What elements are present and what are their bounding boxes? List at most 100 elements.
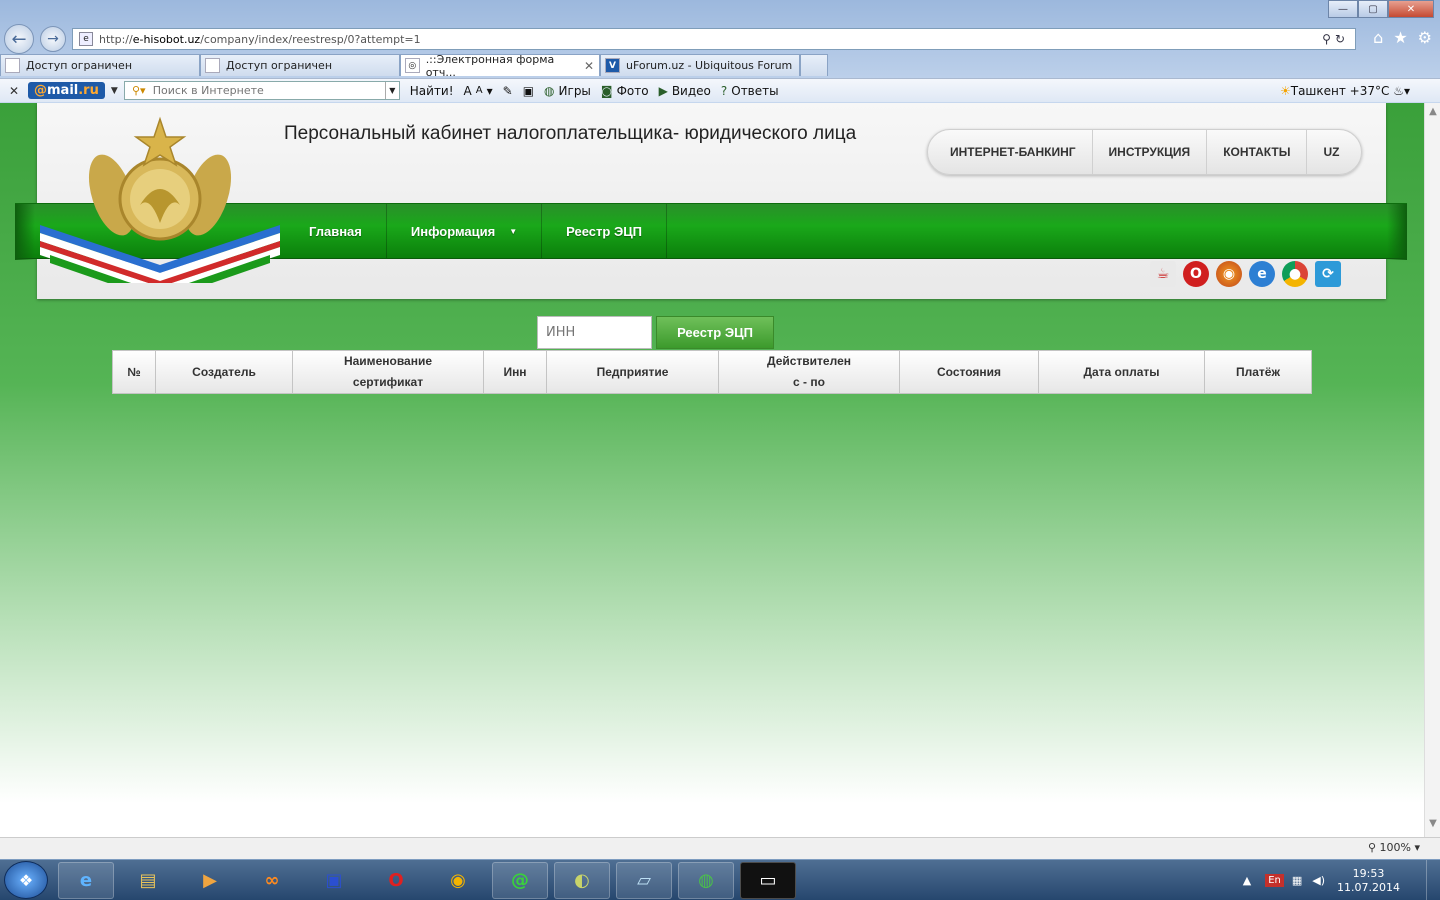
applet-icon[interactable]: ⟳ (1315, 261, 1341, 287)
toolbar-item-photo[interactable]: ◙ Фото (601, 84, 649, 98)
taskbar-chrome[interactable]: ◉ (430, 862, 486, 899)
page-icon: e (79, 32, 93, 46)
maximize-button[interactable]: ▢ (1358, 0, 1388, 18)
close-tab-icon[interactable]: ✕ (584, 59, 594, 73)
col-payment-date[interactable]: Дата оплаты (1038, 350, 1205, 394)
new-tab-button[interactable] (800, 54, 828, 76)
search-icon[interactable]: ⚲▾ (125, 84, 153, 97)
find-button[interactable]: Найти! (410, 84, 454, 98)
chevron-up-icon[interactable]: ▲ (1243, 874, 1251, 887)
address-bar[interactable]: e http://e-hisobot.uz/company/index/rees… (72, 28, 1356, 50)
zoom-control[interactable]: ⚲ 100% ▾ (1368, 841, 1420, 854)
forward-button[interactable]: → (40, 26, 66, 52)
tab-label: Доступ ограничен (26, 59, 133, 72)
close-window-button[interactable]: ✕ (1388, 0, 1434, 18)
taskbar-notepad[interactable]: ▱ (616, 862, 672, 899)
opera-icon[interactable]: O (1183, 261, 1209, 287)
arrow-right-icon: → (47, 31, 59, 47)
chevron-down-icon[interactable]: ▼ (384, 82, 399, 99)
taskbar-media-player[interactable]: ▶ (182, 862, 238, 899)
taskbar-cmd[interactable]: ▭ (740, 862, 796, 899)
col-enterprise[interactable]: Педприятие (546, 350, 719, 394)
taskbar-explorer[interactable]: ▤ (120, 862, 176, 899)
clock[interactable]: 19:53 11.07.2014 (1337, 867, 1400, 895)
globe-icon: ◍ (544, 83, 555, 98)
url-text[interactable]: http://e-hisobot.uz/company/index/reestr… (99, 33, 1322, 46)
link-internet-banking[interactable]: ИНТЕРНЕТ-БАНКИНГ (934, 130, 1093, 174)
show-desktop-button[interactable] (1426, 860, 1440, 900)
col-creator[interactable]: Создатель (155, 350, 293, 394)
close-toolbar-icon[interactable]: ✕ (0, 84, 28, 98)
state-emblem-logo (40, 116, 280, 283)
home-icon[interactable]: ⌂ (1373, 28, 1383, 47)
page-viewport: Персональный кабинет налогоплательщика- … (0, 103, 1424, 837)
tab-3-active[interactable]: ◎ .::Электронная форма отч... ✕ (400, 53, 600, 79)
toolbar-search-input[interactable] (152, 84, 385, 97)
vertical-scrollbar[interactable]: ▲ ▼ (1424, 103, 1440, 837)
chrome-icon[interactable]: ● (1282, 261, 1308, 287)
col-inn[interactable]: Инн (483, 350, 547, 394)
language-indicator[interactable]: En (1265, 874, 1284, 887)
taskbar-mail-agent[interactable]: @ (492, 862, 548, 899)
inn-input[interactable] (537, 316, 652, 349)
start-button[interactable]: ❖ (4, 861, 48, 899)
tab-2[interactable]: Доступ ограничен (200, 54, 400, 76)
back-button[interactable]: ← (4, 24, 34, 54)
question-icon: ? (720, 83, 728, 98)
text-size-icon[interactable]: A A ▾ (464, 84, 493, 98)
taskbar-agent[interactable]: ∞ (244, 862, 300, 899)
taskbar-opera[interactable]: O (368, 862, 424, 899)
taskbar-save[interactable]: ▣ (306, 862, 362, 899)
col-certificate-name[interactable]: Наименование сертификат (292, 350, 484, 394)
toolbar-item-video[interactable]: ▶ Видео (659, 84, 711, 98)
chevron-down-icon[interactable]: ▼ (111, 86, 118, 96)
toolbar-search[interactable]: ⚲▾ ▼ (123, 81, 400, 100)
page-view-icon[interactable]: ▣ (523, 84, 534, 98)
toolbar-item-answers[interactable]: ? Ответы (721, 84, 779, 98)
uforum-favicon-icon: V (605, 58, 620, 73)
taskbar-ie[interactable]: e (58, 862, 114, 899)
page-title: Персональный кабинет налогоплательщика- … (284, 123, 857, 144)
nav-ecp-registry[interactable]: Реестр ЭЦП (542, 204, 668, 258)
site-favicon-icon: ◎ (405, 58, 420, 73)
nav-home[interactable]: Главная (285, 204, 387, 258)
search-icon[interactable]: ⚲ (1322, 32, 1335, 46)
tab-4[interactable]: V uForum.uz - Ubiquitous Forum (600, 54, 800, 76)
col-valid-period[interactable]: Действителен с - по (718, 350, 900, 394)
star-icon[interactable]: ★ (1393, 28, 1407, 47)
taskbar-tor[interactable]: ◐ (554, 862, 610, 899)
registry-search-button[interactable]: Реестр ЭЦП (656, 316, 774, 349)
toolbar-item-games[interactable]: ◍ Игры (544, 84, 591, 98)
mailru-logo[interactable]: @mail.ru (28, 82, 105, 99)
col-number[interactable]: № (112, 350, 156, 394)
network-icon[interactable]: ▦ (1292, 874, 1302, 887)
minimize-button[interactable]: — (1328, 0, 1358, 18)
java-icon[interactable]: ☕ (1150, 261, 1176, 287)
link-instruction[interactable]: ИНСТРУКЦИЯ (1093, 130, 1208, 174)
nav-information[interactable]: Информация ▼ (387, 204, 543, 258)
tab-strip: Доступ ограничен Доступ ограничен ◎ .::Э… (0, 53, 828, 79)
link-language-uz[interactable]: UZ (1307, 130, 1355, 174)
window-controls: — ▢ ✕ (1328, 0, 1434, 18)
scroll-up-icon[interactable]: ▲ (1425, 103, 1440, 119)
address-actions: ⚲↻ (1322, 32, 1349, 46)
chevron-down-icon: ▾ (1414, 841, 1420, 854)
cmd-icon: ▭ (759, 870, 777, 891)
volume-icon[interactable]: ◀) (1312, 874, 1325, 887)
ie-icon[interactable]: e (1249, 261, 1275, 287)
col-status[interactable]: Состояния (899, 350, 1039, 394)
refresh-icon[interactable]: ↻ (1335, 32, 1349, 46)
tab-label: Доступ ограничен (226, 59, 333, 72)
taskbar-globe[interactable]: ◍ (678, 862, 734, 899)
tab-1[interactable]: Доступ ограничен (0, 54, 200, 76)
firefox-icon[interactable]: ◉ (1216, 261, 1242, 287)
ie-icon: e (79, 870, 93, 891)
scroll-down-icon[interactable]: ▼ (1425, 815, 1440, 831)
weather-widget[interactable]: ☀Ташкент +37°C ♨▾ (1280, 84, 1410, 98)
highlighter-icon[interactable]: ✎ (503, 84, 513, 98)
link-contacts[interactable]: КОНТАКТЫ (1207, 130, 1308, 174)
col-payment[interactable]: Платёж (1204, 350, 1312, 394)
media-player-icon: ▶ (203, 870, 217, 891)
settings-icon[interactable]: ♨▾ (1393, 84, 1410, 98)
gear-icon[interactable]: ⚙ (1418, 28, 1432, 47)
